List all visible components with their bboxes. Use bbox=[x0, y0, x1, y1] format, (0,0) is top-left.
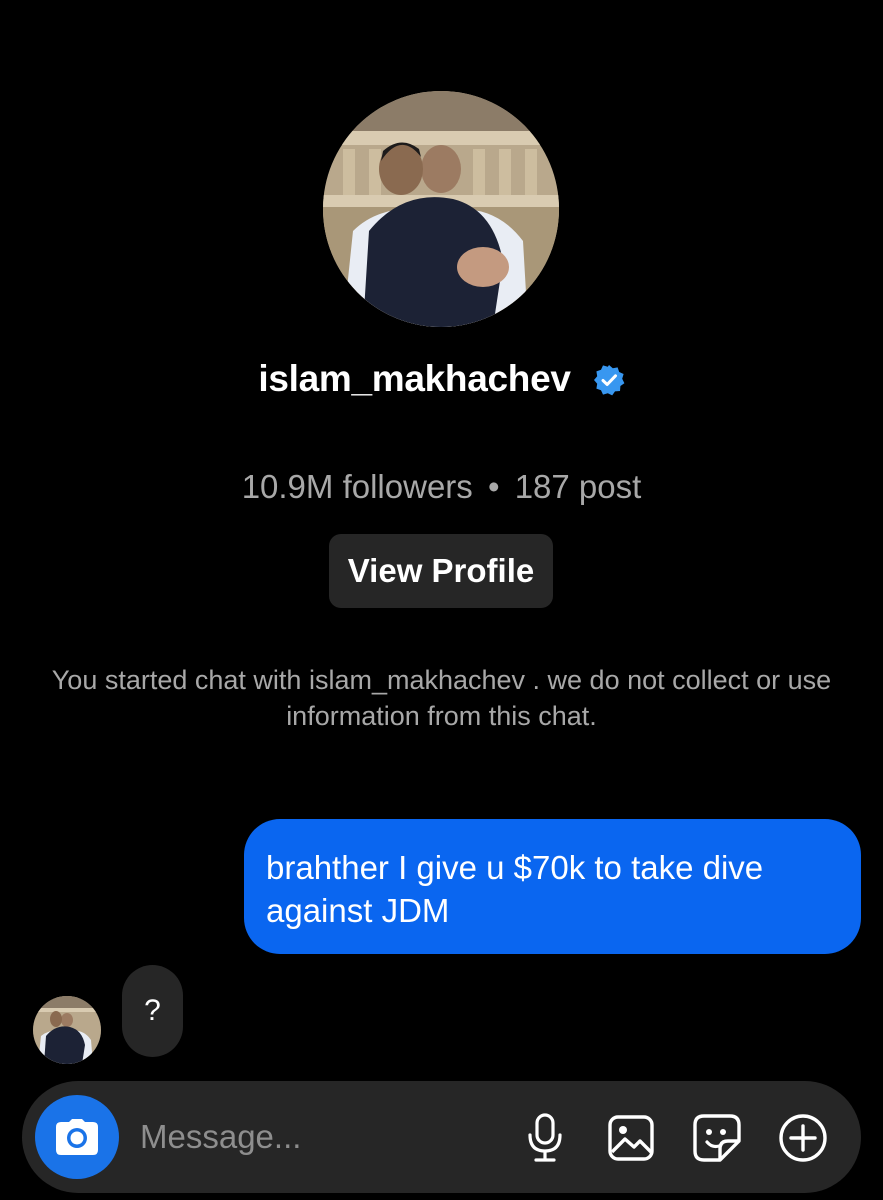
followers-count: 10.9M followers bbox=[241, 468, 473, 505]
sticker-icon bbox=[693, 1114, 741, 1162]
verified-badge-icon bbox=[593, 365, 625, 396]
gallery-button[interactable] bbox=[604, 1111, 658, 1165]
received-message-bubble[interactable]: ? bbox=[122, 965, 183, 1057]
profile-photo bbox=[323, 91, 559, 327]
image-icon bbox=[608, 1115, 654, 1161]
posts-count: 187 post bbox=[514, 468, 642, 505]
sent-message-bubble[interactable]: brahther I give u $70k to take dive agai… bbox=[244, 819, 861, 954]
plus-circle-icon bbox=[779, 1114, 827, 1162]
stats-separator: • bbox=[487, 468, 500, 505]
username-row: islam_makhachev bbox=[0, 352, 883, 406]
profile-stats: 10.9M followers • 187 post bbox=[0, 468, 883, 506]
microphone-button[interactable] bbox=[518, 1111, 572, 1165]
sender-avatar[interactable] bbox=[33, 996, 101, 1064]
profile-avatar[interactable] bbox=[323, 91, 559, 327]
sender-photo bbox=[33, 996, 101, 1064]
more-options-button[interactable] bbox=[776, 1111, 830, 1165]
message-composer bbox=[22, 1081, 861, 1193]
message-input[interactable] bbox=[140, 1111, 500, 1163]
username[interactable]: islam_makhachev bbox=[258, 358, 571, 400]
microphone-icon bbox=[528, 1113, 562, 1162]
chat-notice: You started chat with islam_makhachev . … bbox=[51, 665, 832, 731]
camera-button[interactable] bbox=[35, 1095, 119, 1179]
camera-icon bbox=[56, 1119, 98, 1155]
view-profile-button[interactable]: View Profile bbox=[329, 534, 553, 608]
sticker-button[interactable] bbox=[690, 1111, 744, 1165]
